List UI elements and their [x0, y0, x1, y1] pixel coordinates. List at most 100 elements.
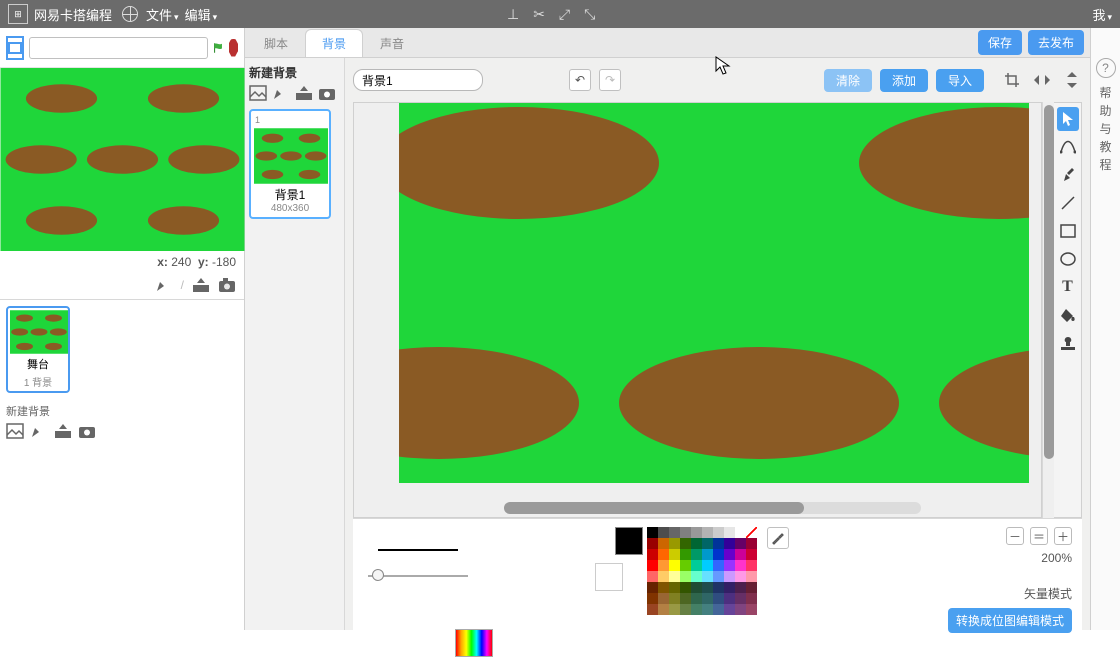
zoom-in-icon[interactable]: ＋ — [1054, 527, 1072, 545]
palette-swatch[interactable] — [735, 560, 746, 571]
palette-swatch[interactable] — [647, 593, 658, 604]
text-tool-icon[interactable]: T — [1057, 275, 1079, 299]
palette-swatch[interactable] — [713, 538, 724, 549]
add-button[interactable]: 添加 — [880, 69, 928, 92]
eyedropper-icon[interactable] — [767, 527, 789, 549]
palette-swatch[interactable] — [691, 538, 702, 549]
palette-swatch[interactable] — [691, 560, 702, 571]
palette-swatch[interactable] — [724, 593, 735, 604]
undo-icon[interactable]: ↶ — [569, 69, 591, 91]
palette-swatch[interactable] — [713, 571, 724, 582]
palette-swatch[interactable] — [647, 571, 658, 582]
palette-swatch[interactable] — [669, 571, 680, 582]
palette-swatch[interactable] — [746, 593, 757, 604]
palette-swatch[interactable] — [713, 593, 724, 604]
crop-icon[interactable] — [1002, 70, 1022, 90]
save-button[interactable]: 保存 — [978, 30, 1022, 55]
camera-bg-icon[interactable] — [78, 423, 96, 439]
clear-button[interactable]: 清除 — [824, 69, 872, 92]
paint-canvas-viewport[interactable] — [353, 102, 1042, 518]
palette-swatch[interactable] — [735, 582, 746, 593]
palette-swatch[interactable] — [658, 582, 669, 593]
select-tool-icon[interactable] — [1057, 107, 1079, 131]
color-palette[interactable] — [647, 527, 757, 615]
palette-swatch[interactable] — [702, 560, 713, 571]
backdrop-card[interactable]: 1 背景1 480x360 — [249, 109, 331, 219]
palette-swatch[interactable] — [735, 549, 746, 560]
palette-swatch[interactable] — [713, 582, 724, 593]
palette-swatch[interactable] — [680, 604, 691, 615]
pen-tool-icon[interactable] — [1057, 163, 1079, 187]
publish-button[interactable]: 去发布 — [1028, 30, 1084, 55]
palette-swatch[interactable] — [647, 604, 658, 615]
palette-swatch[interactable] — [702, 527, 713, 538]
palette-swatch[interactable] — [746, 571, 757, 582]
palette-swatch[interactable] — [669, 560, 680, 571]
flip-h-icon[interactable] — [1032, 70, 1052, 90]
palette-swatch[interactable] — [702, 582, 713, 593]
stamp-icon[interactable]: ⊥ — [507, 6, 519, 23]
palette-swatch[interactable] — [735, 538, 746, 549]
fill-tool-icon[interactable] — [1057, 303, 1079, 327]
palette-swatch[interactable] — [735, 593, 746, 604]
stop-icon[interactable] — [229, 39, 238, 57]
library-bg-icon[interactable] — [6, 423, 24, 439]
help-text[interactable]: 帮助与教程 — [1091, 84, 1120, 174]
palette-swatch[interactable] — [680, 571, 691, 582]
palette-swatch[interactable] — [680, 549, 691, 560]
palette-swatch[interactable] — [735, 604, 746, 615]
palette-swatch[interactable] — [669, 549, 680, 560]
palette-swatch[interactable] — [702, 538, 713, 549]
vertical-scrollbar[interactable] — [1042, 102, 1054, 518]
green-flag-icon[interactable] — [213, 37, 224, 59]
palette-swatch[interactable] — [713, 549, 724, 560]
palette-swatch[interactable] — [746, 538, 757, 549]
upload-sprite-icon[interactable] — [192, 277, 210, 293]
palette-swatch[interactable] — [691, 593, 702, 604]
palette-swatch[interactable] — [647, 538, 658, 549]
palette-swatch[interactable] — [724, 538, 735, 549]
palette-swatch[interactable] — [735, 571, 746, 582]
tab-sound[interactable]: 声音 — [363, 29, 421, 57]
tab-script[interactable]: 脚本 — [247, 29, 305, 57]
palette-swatch[interactable] — [702, 604, 713, 615]
palette-swatch[interactable] — [691, 527, 702, 538]
palette-swatch[interactable] — [713, 604, 724, 615]
zoom-reset-icon[interactable]: ＝ — [1030, 527, 1048, 545]
ellipse-tool-icon[interactable] — [1057, 247, 1079, 271]
camera-sprite-icon[interactable] — [218, 277, 236, 293]
palette-swatch[interactable] — [658, 571, 669, 582]
scissors-icon[interactable]: ✂ — [533, 6, 545, 23]
palette-swatch[interactable] — [702, 549, 713, 560]
flip-v-icon[interactable] — [1062, 70, 1082, 90]
user-menu[interactable]: 我▾ — [1092, 5, 1112, 24]
expand-icon[interactable]: ⤢ — [559, 6, 570, 23]
palette-swatch[interactable] — [724, 582, 735, 593]
palette-swatch[interactable] — [724, 571, 735, 582]
zoom-out-icon[interactable]: － — [1006, 527, 1024, 545]
palette-swatch[interactable] — [746, 582, 757, 593]
costume-name-input[interactable] — [353, 69, 483, 91]
palette-swatch[interactable] — [647, 582, 658, 593]
palette-swatch[interactable] — [746, 604, 757, 615]
palette-swatch[interactable] — [735, 527, 746, 538]
current-color-swatch[interactable] — [615, 527, 643, 555]
palette-swatch[interactable] — [724, 560, 735, 571]
palette-swatch[interactable] — [691, 549, 702, 560]
palette-swatch[interactable] — [658, 527, 669, 538]
shrink-icon[interactable]: ⤡ — [584, 6, 595, 23]
palette-swatch[interactable] — [691, 571, 702, 582]
palette-swatch[interactable] — [724, 549, 735, 560]
reshape-tool-icon[interactable] — [1057, 135, 1079, 159]
palette-swatch[interactable] — [669, 593, 680, 604]
palette-swatch[interactable] — [746, 549, 757, 560]
upload-bg-icon[interactable] — [54, 423, 72, 439]
rect-tool-icon[interactable] — [1057, 219, 1079, 243]
globe-icon[interactable] — [122, 6, 138, 22]
palette-swatch[interactable] — [680, 593, 691, 604]
camera-bg-icon-2[interactable] — [318, 85, 336, 101]
palette-swatch[interactable] — [658, 538, 669, 549]
secondary-color-swatch[interactable] — [595, 563, 623, 591]
paint-bg-icon-2[interactable] — [272, 85, 290, 101]
switch-mode-button[interactable]: 转换成位图编辑模式 — [948, 608, 1072, 633]
